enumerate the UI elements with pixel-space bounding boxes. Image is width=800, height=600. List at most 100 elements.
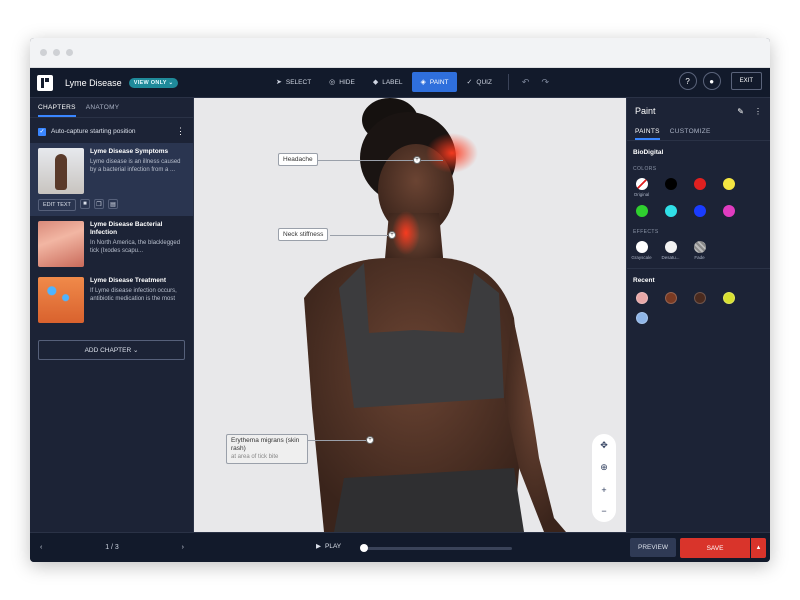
window-dot-maximize[interactable] bbox=[66, 49, 73, 56]
label-tool-button[interactable]: ◆ LABEL bbox=[365, 72, 411, 92]
recenter-icon[interactable]: ⊕ bbox=[600, 462, 608, 473]
tab-anatomy[interactable]: ANATOMY bbox=[86, 104, 120, 117]
colors-heading: COLORS bbox=[633, 166, 657, 172]
palette-section-title: BioDigital bbox=[633, 149, 664, 156]
tab-customize[interactable]: CUSTOMIZE bbox=[670, 128, 711, 140]
neck-highlight bbox=[392, 211, 420, 255]
recent-swatch[interactable] bbox=[656, 292, 685, 304]
more-options-icon[interactable]: ⋮ bbox=[176, 126, 185, 137]
chapter-title: Lyme Disease Treatment bbox=[90, 277, 166, 284]
left-panel-tabs: CHAPTERS ANATOMY bbox=[30, 98, 193, 118]
zoom-in-icon[interactable]: + bbox=[601, 485, 606, 495]
exit-button[interactable]: EXIT bbox=[730, 72, 762, 90]
tool-group: ➤ SELECT ◎ HIDE ◆ LABEL ◈ PAINT ✓ QUIZ ↶… bbox=[268, 72, 554, 92]
redo-icon[interactable]: ↷ bbox=[536, 77, 554, 88]
add-chapter-button[interactable]: ADD CHAPTER ⌄ bbox=[38, 340, 185, 360]
chapter-item-treatment[interactable]: Lyme Disease Treatment If Lyme disease i… bbox=[30, 272, 193, 328]
label-erythema-migrans[interactable]: Erythema migrans (skin rash) at area of … bbox=[226, 434, 308, 464]
tag-icon: ◆ bbox=[372, 79, 379, 86]
undo-icon[interactable]: ↶ bbox=[517, 77, 535, 88]
chapter-text: Lyme Disease Symptoms Lyme disease is an… bbox=[90, 148, 185, 194]
pin-neck-icon[interactable]: + bbox=[388, 231, 396, 239]
playback-slider[interactable] bbox=[360, 544, 512, 552]
leggings bbox=[334, 468, 524, 532]
play-label: PLAY bbox=[325, 542, 342, 550]
recent-swatch-circle bbox=[722, 292, 735, 304]
next-chapter-icon[interactable]: › bbox=[182, 544, 184, 551]
color-swatch[interactable] bbox=[656, 205, 685, 217]
recent-swatches bbox=[627, 288, 770, 324]
model-viewport[interactable]: Headache + Neck stiffness + Erythema mig… bbox=[194, 98, 626, 532]
zoom-out-icon[interactable]: − bbox=[601, 506, 606, 516]
window-dot-minimize[interactable] bbox=[53, 49, 60, 56]
paint-panel-title: Paint bbox=[635, 106, 656, 116]
color-swatch[interactable] bbox=[627, 205, 656, 217]
duplicate-icon[interactable]: ❐ bbox=[93, 199, 104, 209]
window-dot-close[interactable] bbox=[40, 49, 47, 56]
headache-highlight bbox=[426, 133, 478, 173]
recent-swatch[interactable] bbox=[627, 312, 656, 324]
chapter-title: Lyme Disease Symptoms bbox=[90, 148, 169, 155]
trash-icon[interactable]: ▤ bbox=[107, 199, 118, 209]
chapter-item-symptoms[interactable]: Lyme Disease Symptoms Lyme disease is an… bbox=[30, 143, 193, 199]
tab-paints[interactable]: PAINTS bbox=[635, 128, 660, 140]
biodigital-logo-icon bbox=[37, 74, 53, 91]
recent-swatch-circle bbox=[693, 292, 706, 304]
color-swatch-circle bbox=[722, 178, 735, 190]
label-headache[interactable]: Headache bbox=[278, 153, 318, 166]
color-swatch[interactable] bbox=[714, 178, 743, 197]
view-only-badge[interactable]: VIEW ONLY ⌄ bbox=[128, 77, 179, 88]
user-account-icon[interactable]: ● bbox=[702, 72, 721, 90]
effect-swatch-circle bbox=[664, 241, 677, 253]
label-rash-subtitle: at area of tick bite bbox=[231, 454, 279, 460]
effect-swatch[interactable]: Desatu... bbox=[656, 241, 685, 260]
effect-swatches: Grayscale Desatu... Fade bbox=[627, 237, 770, 260]
help-button[interactable]: ? bbox=[678, 72, 697, 90]
camera-icon[interactable]: ■ bbox=[79, 199, 90, 209]
eyedropper-icon[interactable]: ✎ bbox=[737, 107, 744, 116]
effect-swatch-circle bbox=[635, 241, 648, 253]
hide-tool-button[interactable]: ◎ HIDE bbox=[321, 72, 363, 92]
effect-swatch[interactable]: Grayscale bbox=[627, 241, 656, 260]
recent-swatch[interactable] bbox=[627, 292, 656, 304]
preview-button[interactable]: PREVIEW bbox=[630, 538, 676, 557]
leader-line-headache bbox=[318, 160, 443, 161]
leader-line-rash bbox=[308, 440, 366, 441]
more-options-icon[interactable]: ⋮ bbox=[754, 107, 762, 116]
color-swatch-circle bbox=[693, 178, 706, 190]
color-swatch[interactable]: Original bbox=[627, 178, 656, 197]
play-button[interactable]: ▶ PLAY bbox=[316, 542, 342, 551]
quiz-tool-button[interactable]: ✓ QUIZ bbox=[459, 72, 500, 92]
recent-swatch-circle bbox=[635, 312, 648, 324]
color-swatches: Original bbox=[627, 174, 770, 217]
label-headache-text: Headache bbox=[283, 156, 313, 163]
select-tool-button[interactable]: ➤ SELECT bbox=[268, 72, 319, 92]
app-window: Lyme Disease VIEW ONLY ⌄ ➤ SELECT ◎ HIDE… bbox=[30, 38, 770, 562]
anatomy-model-figure[interactable] bbox=[194, 98, 626, 532]
color-swatch-circle bbox=[664, 205, 677, 217]
prev-chapter-icon[interactable]: ‹ bbox=[40, 544, 42, 551]
chapter-item-bacterial-infection[interactable]: Lyme Disease Bacterial Infection In Nort… bbox=[30, 216, 193, 272]
color-swatch[interactable] bbox=[656, 178, 685, 197]
playback-slider-handle[interactable] bbox=[360, 544, 368, 552]
edit-text-button[interactable]: EDIT TEXT bbox=[38, 199, 76, 211]
chapter-thumbnail bbox=[38, 277, 84, 323]
pin-headache-icon[interactable]: + bbox=[413, 156, 421, 164]
effect-swatch-label: Desatu... bbox=[661, 255, 680, 260]
save-button[interactable]: SAVE bbox=[680, 538, 750, 558]
color-swatch[interactable] bbox=[685, 178, 714, 197]
paint-tabs: PAINTS CUSTOMIZE bbox=[627, 124, 770, 141]
recent-swatch[interactable] bbox=[714, 292, 743, 304]
label-neck-stiffness[interactable]: Neck stiffness bbox=[278, 228, 329, 241]
paint-tool-button[interactable]: ◈ PAINT bbox=[412, 72, 457, 92]
color-swatch[interactable] bbox=[685, 205, 714, 217]
recent-swatch-circle bbox=[664, 292, 677, 304]
save-options-chevron-icon[interactable]: ▲ bbox=[751, 538, 766, 558]
color-swatch[interactable] bbox=[714, 205, 743, 217]
effect-swatch[interactable]: Fade bbox=[685, 241, 714, 260]
tab-chapters[interactable]: CHAPTERS bbox=[38, 104, 76, 117]
pin-rash-icon[interactable]: + bbox=[366, 436, 374, 444]
recent-swatch[interactable] bbox=[685, 292, 714, 304]
pan-icon[interactable]: ✥ bbox=[600, 440, 608, 451]
autocapture-checkbox[interactable]: ✓ bbox=[38, 127, 46, 136]
